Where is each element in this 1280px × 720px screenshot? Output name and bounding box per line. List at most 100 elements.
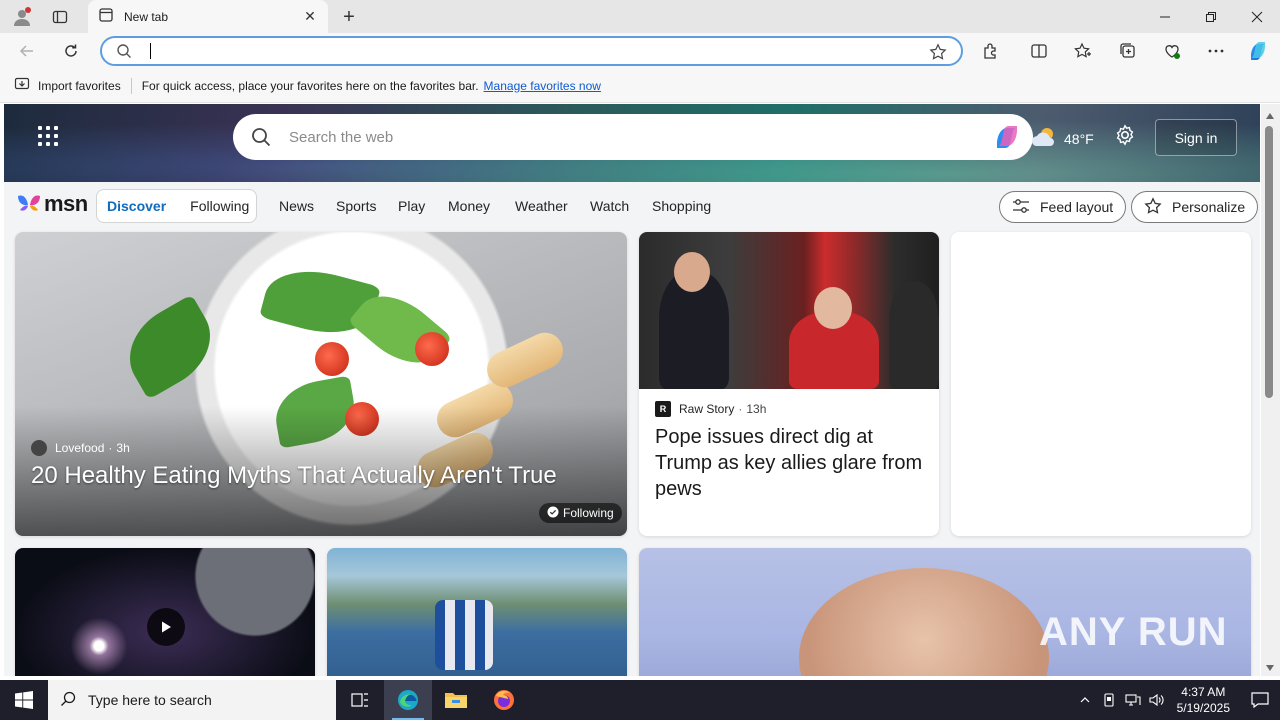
import-favorites-button[interactable]: Import favorites [14, 76, 121, 95]
article-age: 13h [746, 402, 767, 416]
feed-toggle: Discover Following [96, 189, 257, 223]
device-icon[interactable] [1097, 680, 1121, 720]
favorites-divider [130, 77, 132, 94]
address-bar[interactable] [100, 36, 963, 66]
page-settings-icon[interactable] [1114, 124, 1136, 149]
msn-new-tab-page: 48°F Sign in msn Discover Following News… [4, 104, 1260, 676]
page-scrollbar[interactable] [1261, 104, 1280, 676]
ship-image [435, 600, 493, 670]
close-window-button[interactable] [1234, 0, 1280, 33]
scroll-up-arrow-icon[interactable] [1266, 108, 1274, 122]
navigation-bar [0, 33, 1280, 69]
refresh-button[interactable] [56, 36, 86, 66]
system-clock[interactable]: 4:37 AM 5/19/2025 [1177, 684, 1230, 716]
windows-taskbar: Type here to search 4:37 AM 5/19/2025 [0, 680, 1280, 720]
sign-in-button[interactable]: Sign in [1155, 119, 1237, 156]
video-card-space[interactable] [15, 548, 315, 676]
article-age: 3h [116, 441, 130, 455]
show-hidden-icons-icon[interactable] [1073, 680, 1097, 720]
search-icon [116, 43, 132, 62]
close-tab-icon[interactable]: ✕ [298, 5, 322, 29]
app-launcher-icon[interactable] [36, 124, 60, 148]
favorite-star-icon[interactable] [929, 43, 947, 64]
collections-icon[interactable] [1113, 36, 1143, 66]
msn-logo[interactable]: msn [16, 191, 88, 217]
notification-center-icon[interactable] [1240, 680, 1280, 720]
following-badge[interactable]: Following [539, 503, 622, 523]
article-source: Lovefood · 3h [31, 440, 130, 456]
source-name: Raw Story [679, 402, 735, 416]
article-headline[interactable]: 20 Healthy Eating Myths That Actually Ar… [31, 462, 557, 490]
task-view-button[interactable] [336, 680, 384, 720]
text-caret [150, 43, 151, 59]
address-input[interactable] [148, 43, 908, 61]
ad-placeholder-card [951, 232, 1251, 536]
new-tab-button[interactable]: + [336, 4, 362, 30]
nav-weather[interactable]: Weather [515, 198, 568, 214]
nav-watch[interactable]: Watch [590, 198, 629, 214]
weather-widget[interactable]: 48°F [1030, 126, 1094, 151]
featured-article-card[interactable]: Lovefood · 3h 20 Healthy Eating Myths Th… [15, 232, 627, 536]
scroll-thumb[interactable] [1265, 126, 1273, 398]
clock-time: 4:37 AM [1181, 685, 1226, 699]
article-card-pope[interactable]: R Raw Story · 13h Pope issues direct dig… [639, 232, 939, 536]
nav-shopping[interactable]: Shopping [652, 198, 711, 214]
portrait-image [799, 568, 1049, 676]
favorites-icon[interactable] [1068, 36, 1098, 66]
clock-date: 5/19/2025 [1176, 701, 1230, 715]
msn-navigation: msn Discover Following News Sports Play … [4, 182, 1260, 230]
copilot-icon[interactable] [1243, 36, 1273, 66]
raw-story-logo-icon: R [655, 401, 671, 417]
nav-money[interactable]: Money [448, 198, 490, 214]
back-button[interactable] [12, 36, 42, 66]
tab-discover[interactable]: Discover [107, 198, 166, 214]
personalize-label: Personalize [1172, 199, 1246, 215]
settings-more-icon[interactable] [1201, 36, 1231, 66]
partly-cloudy-icon [1030, 126, 1058, 151]
taskbar-search-box[interactable]: Type here to search [48, 680, 336, 720]
web-search-input[interactable] [289, 127, 969, 147]
article-image [639, 232, 939, 389]
split-screen-icon[interactable] [1024, 36, 1054, 66]
minimize-button[interactable] [1142, 0, 1188, 33]
copilot-search-icon[interactable] [993, 124, 1021, 153]
hero-banner: 48°F Sign in [4, 104, 1260, 182]
feed-layout-label: Feed layout [1040, 199, 1114, 215]
article-card-game[interactable] [327, 548, 627, 676]
play-icon[interactable] [147, 608, 185, 646]
start-button[interactable] [0, 680, 48, 720]
anyrun-watermark: ANY RUN [1039, 610, 1228, 654]
taskbar-firefox-app[interactable] [480, 680, 528, 720]
article-headline[interactable]: Pope issues direct dig at Trump as key a… [655, 424, 925, 502]
favorites-hint: For quick access, place your favorites h… [141, 78, 479, 93]
manage-favorites-link[interactable]: Manage favorites now [484, 79, 601, 93]
volume-icon[interactable] [1145, 680, 1169, 720]
feed-layout-button[interactable]: Feed layout [999, 191, 1127, 223]
weather-temperature: 48°F [1064, 130, 1094, 147]
search-icon [60, 691, 76, 710]
sliders-icon [1012, 198, 1030, 217]
source-name: Lovefood [55, 441, 105, 455]
network-icon[interactable] [1121, 680, 1145, 720]
scroll-down-arrow-icon[interactable] [1266, 660, 1274, 674]
taskbar-file-explorer-app[interactable] [432, 680, 480, 720]
restore-button[interactable] [1188, 0, 1234, 33]
tab-following[interactable]: Following [190, 198, 249, 214]
title-bar: New tab ✕ + [0, 0, 1280, 33]
profile-icon[interactable] [4, 0, 40, 33]
taskbar-edge-app[interactable] [384, 680, 432, 720]
browser-tab[interactable]: New tab ✕ [88, 0, 328, 33]
nav-play[interactable]: Play [398, 198, 425, 214]
msn-logo-text: msn [44, 191, 88, 216]
nav-sports[interactable]: Sports [336, 198, 376, 214]
extensions-icon[interactable] [976, 36, 1006, 66]
personalize-button[interactable]: Personalize [1131, 191, 1259, 223]
favorites-bar: Import favorites For quick access, place… [0, 69, 1280, 103]
web-search-box[interactable] [233, 114, 1033, 160]
tab-actions-icon[interactable] [42, 0, 78, 33]
nav-news[interactable]: News [279, 198, 314, 214]
source-logo [31, 440, 47, 456]
browser-essentials-icon[interactable] [1157, 36, 1187, 66]
article-source: R Raw Story · 13h [655, 401, 766, 417]
check-circle-icon [547, 506, 559, 521]
